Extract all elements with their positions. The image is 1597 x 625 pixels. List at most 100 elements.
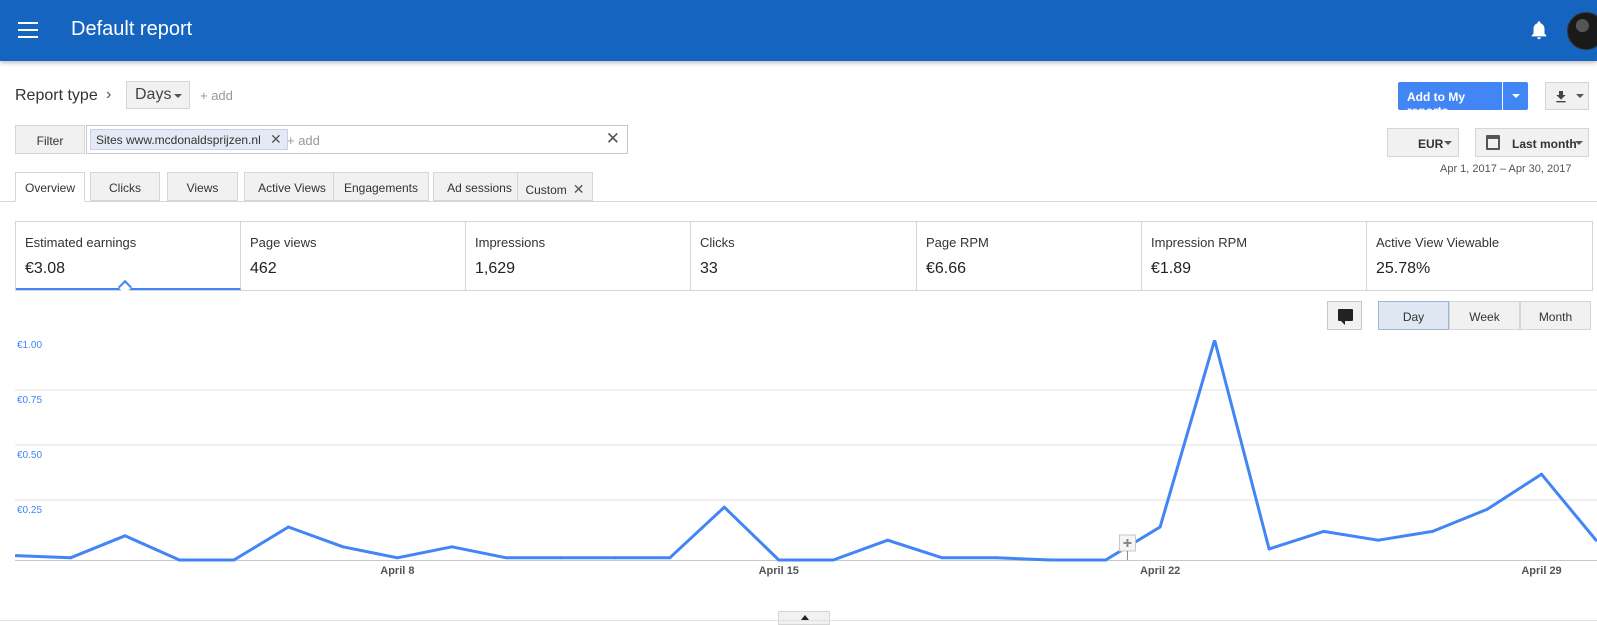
x-tick-label: April 22 bbox=[1140, 565, 1180, 577]
download-icon bbox=[1556, 91, 1566, 103]
metric-value: 1,629 bbox=[475, 260, 516, 277]
data-point[interactable] bbox=[123, 534, 127, 538]
bell-icon[interactable] bbox=[1528, 18, 1550, 42]
data-point[interactable] bbox=[1104, 558, 1108, 562]
metric-label: Impression RPM bbox=[1151, 235, 1248, 250]
metric-label: Page RPM bbox=[926, 235, 989, 250]
data-point[interactable] bbox=[559, 556, 563, 560]
calendar-icon bbox=[1486, 135, 1500, 150]
metric-page-rpm[interactable]: Page RPM €6.66 bbox=[917, 222, 1142, 290]
data-point[interactable] bbox=[1485, 507, 1489, 511]
x-tick-label: April 8 bbox=[380, 565, 414, 577]
data-point[interactable] bbox=[395, 556, 399, 560]
tab-engagements[interactable]: Engagements bbox=[333, 172, 429, 201]
tab-clicks[interactable]: Clicks bbox=[90, 172, 160, 201]
add-dimension-link[interactable]: + add bbox=[200, 88, 233, 103]
bottom-divider bbox=[0, 620, 1597, 621]
metric-impression-rpm[interactable]: Impression RPM €1.89 bbox=[1142, 222, 1367, 290]
metric-active-view-viewable[interactable]: Active View Viewable 25.78% bbox=[1367, 222, 1592, 290]
data-point[interactable] bbox=[995, 556, 999, 560]
period-week-button[interactable]: Week bbox=[1449, 301, 1520, 330]
data-point[interactable] bbox=[341, 545, 345, 549]
menu-icon[interactable] bbox=[18, 22, 38, 38]
tab-custom[interactable]: Custom ✕ bbox=[517, 172, 593, 201]
data-point[interactable] bbox=[1322, 529, 1326, 533]
remove-filter-icon[interactable]: ✕ bbox=[270, 131, 282, 148]
filter-chip-label: Sites www.mcdonaldsprijzen.nl bbox=[96, 133, 261, 147]
data-point[interactable] bbox=[232, 558, 236, 562]
tabs-divider bbox=[0, 201, 1597, 202]
x-tick-label: April 15 bbox=[759, 565, 799, 577]
metric-label: Impressions bbox=[475, 235, 546, 250]
metrics-scorecard: Estimated earnings €3.08 Page views 462 … bbox=[15, 221, 1593, 291]
data-point[interactable] bbox=[1431, 529, 1435, 533]
metric-value: €3.08 bbox=[25, 260, 66, 277]
y-tick-label: €1.00 bbox=[17, 340, 42, 351]
metric-label: Active View Viewable bbox=[1376, 235, 1500, 250]
y-tick-label: €0.75 bbox=[17, 395, 42, 406]
period-day-button[interactable]: Day bbox=[1378, 301, 1449, 330]
data-point[interactable] bbox=[286, 525, 290, 529]
data-point[interactable] bbox=[450, 545, 454, 549]
earnings-chart-svg: €0.25 €0.50 €0.75 €1.00 April 8 April 15 April… bbox=[14, 334, 1597, 577]
avatar[interactable] bbox=[1567, 12, 1597, 50]
metric-estimated-earnings[interactable]: Estimated earnings €3.08 bbox=[16, 222, 241, 290]
earnings-series-line[interactable] bbox=[15, 338, 1597, 562]
chevron-down-icon bbox=[1444, 141, 1452, 145]
chevron-down-icon bbox=[1575, 141, 1583, 145]
metric-impressions[interactable]: Impressions 1,629 bbox=[466, 222, 691, 290]
add-to-reports-menu-button[interactable] bbox=[1503, 82, 1528, 110]
period-month-button[interactable]: Month bbox=[1520, 301, 1591, 330]
earnings-line-chart: €0.25 €0.50 €0.75 €1.00 April 8 April 15 April… bbox=[14, 334, 1597, 590]
filter-button[interactable]: Filter bbox=[15, 125, 85, 154]
date-range-dropdown[interactable]: Last month bbox=[1475, 128, 1589, 157]
chevron-down-icon bbox=[1512, 94, 1520, 98]
report-tabs: Overview Clicks Views Active Views Engag… bbox=[15, 172, 1597, 202]
data-point[interactable] bbox=[1267, 547, 1271, 551]
metric-page-views[interactable]: Page views 462 bbox=[241, 222, 466, 290]
metric-label: Page views bbox=[250, 235, 317, 250]
data-point[interactable] bbox=[613, 556, 617, 560]
filter-input-box[interactable]: Sites www.mcdonaldsprijzen.nl ✕ + add ✕ bbox=[86, 125, 628, 154]
metric-value: 462 bbox=[250, 260, 277, 277]
metric-value: 25.78% bbox=[1376, 260, 1431, 277]
metric-value: €6.66 bbox=[926, 260, 967, 277]
data-point[interactable] bbox=[668, 556, 672, 560]
download-button[interactable] bbox=[1545, 82, 1589, 110]
breadcrumb-chevron-icon: › bbox=[106, 86, 112, 103]
data-point[interactable] bbox=[504, 556, 508, 560]
filter-add-input[interactable]: + add bbox=[287, 133, 320, 148]
date-preset-value: Last month bbox=[1512, 137, 1577, 151]
data-point[interactable] bbox=[68, 556, 72, 560]
y-tick-label: €0.50 bbox=[17, 450, 42, 461]
top-app-bar: Default report bbox=[0, 0, 1597, 61]
metric-label: Clicks bbox=[700, 235, 735, 250]
data-point[interactable] bbox=[940, 556, 944, 560]
data-point[interactable] bbox=[1049, 558, 1053, 562]
data-point[interactable] bbox=[1376, 538, 1380, 542]
data-point[interactable] bbox=[722, 505, 726, 509]
annotations-button[interactable] bbox=[1327, 301, 1362, 330]
tab-overview[interactable]: Overview bbox=[15, 172, 85, 202]
close-tab-icon[interactable]: ✕ bbox=[573, 181, 585, 197]
page-title: Default report bbox=[71, 18, 193, 40]
collapse-chart-handle[interactable] bbox=[778, 611, 830, 625]
data-point[interactable] bbox=[886, 538, 890, 542]
chevron-down-icon bbox=[1576, 94, 1584, 98]
currency-dropdown[interactable]: EUR bbox=[1387, 128, 1459, 157]
data-point[interactable] bbox=[177, 558, 181, 562]
dimension-dropdown[interactable]: Days bbox=[126, 81, 190, 109]
metric-value: €1.89 bbox=[1151, 260, 1192, 277]
metric-clicks[interactable]: Clicks 33 bbox=[691, 222, 917, 290]
data-point[interactable] bbox=[1540, 472, 1544, 476]
data-point[interactable] bbox=[777, 558, 781, 562]
clear-filters-icon[interactable]: ✕ bbox=[606, 129, 620, 149]
tab-custom-label: Custom bbox=[525, 183, 567, 197]
tab-active-views[interactable]: Active Views bbox=[244, 172, 340, 201]
data-point[interactable] bbox=[831, 558, 835, 562]
tab-ad-sessions[interactable]: Ad sessions bbox=[433, 172, 526, 201]
chevron-down-icon bbox=[174, 94, 182, 98]
data-point[interactable] bbox=[1158, 525, 1162, 529]
add-to-my-reports-button[interactable]: Add to My reports bbox=[1398, 82, 1502, 118]
tab-views[interactable]: Views bbox=[167, 172, 238, 201]
